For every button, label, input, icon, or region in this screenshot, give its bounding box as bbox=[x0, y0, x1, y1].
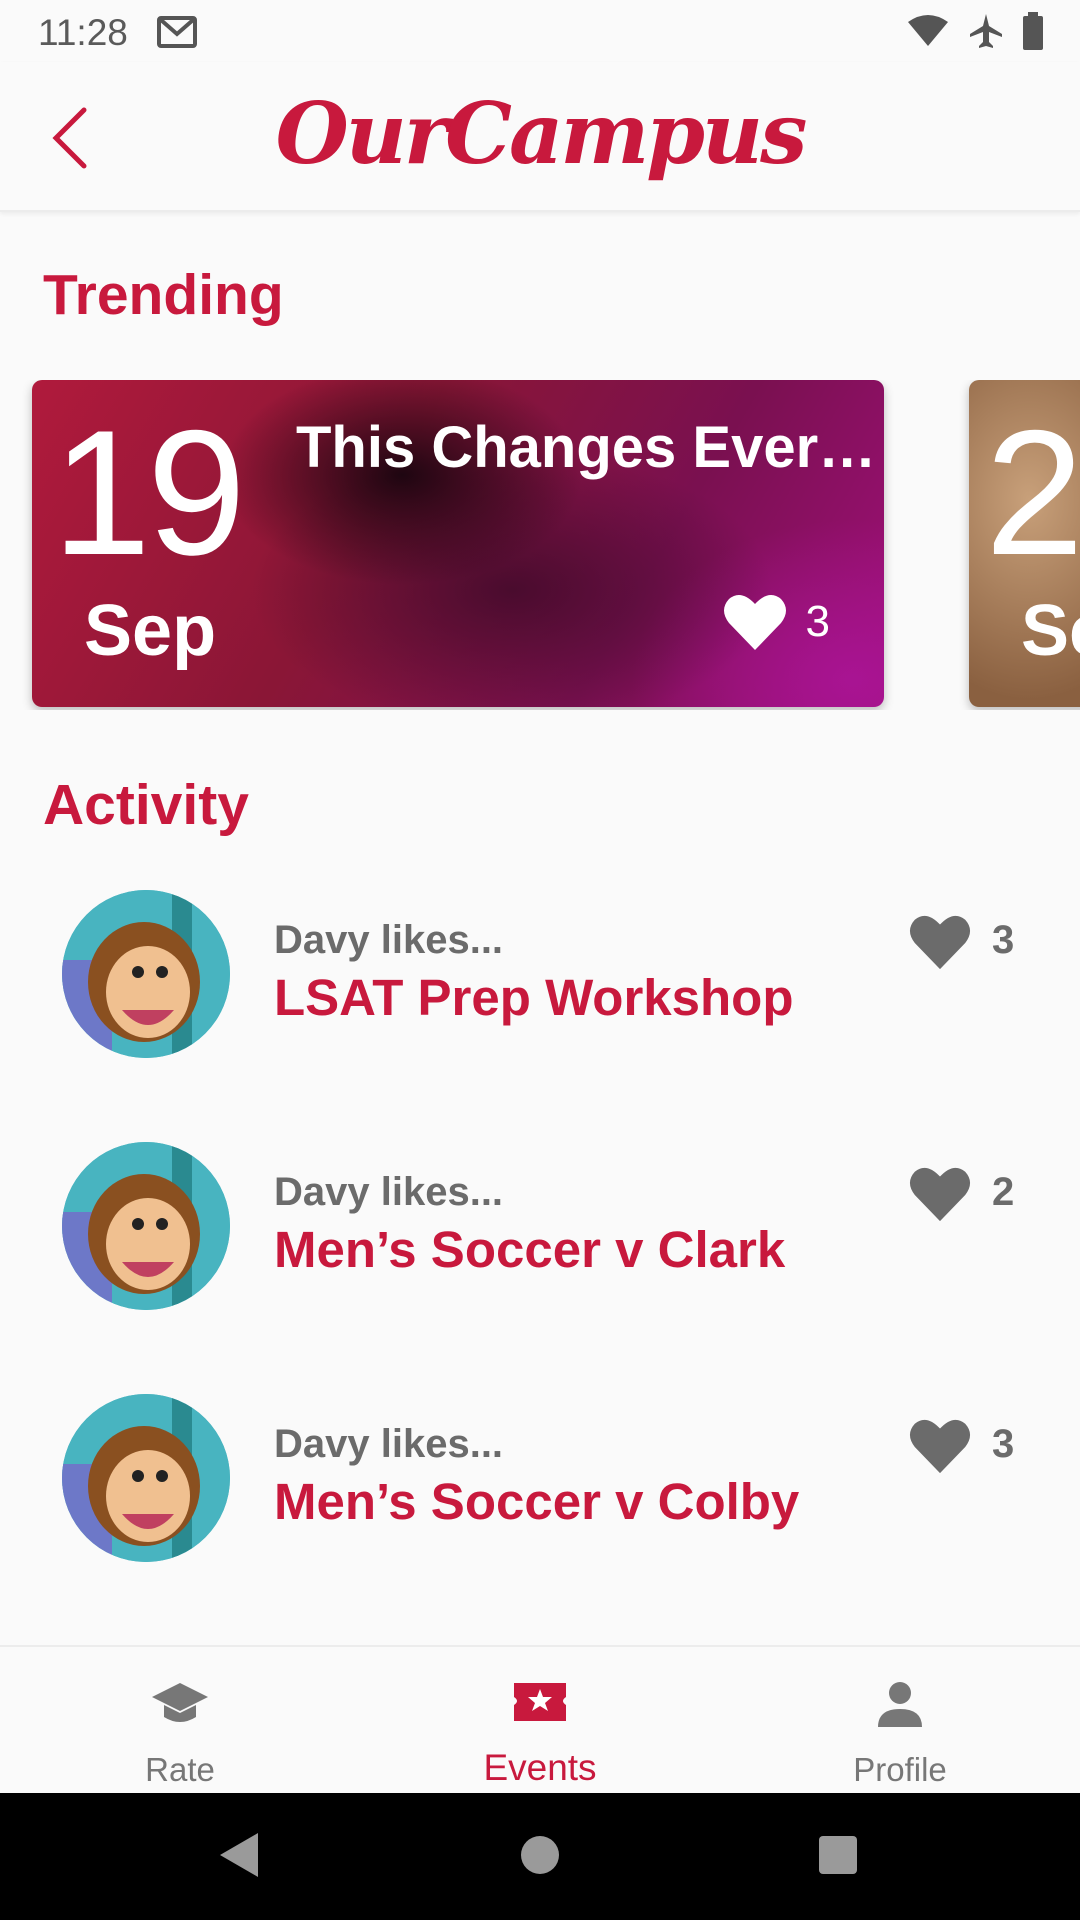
activity-like-count: 2 bbox=[992, 1170, 1015, 1214]
nav-profile[interactable]: Profile bbox=[750, 1647, 1050, 1795]
heart-icon[interactable] bbox=[908, 1164, 972, 1224]
avatar bbox=[62, 1394, 230, 1562]
activity-item[interactable]: Davy likes... Men’s Soccer v Clark 2 bbox=[0, 1142, 1080, 1342]
status-icons bbox=[906, 12, 1044, 50]
activity-user-text: Davy likes... bbox=[274, 918, 504, 962]
gmail-icon bbox=[157, 16, 197, 48]
nav-events[interactable]: Events bbox=[390, 1647, 690, 1795]
trending-event-card[interactable]: 19 Sep This Changes Ever… 3 bbox=[32, 380, 884, 707]
activity-event-link[interactable]: LSAT Prep Workshop bbox=[274, 968, 794, 1027]
activity-like-count: 3 bbox=[992, 918, 1015, 962]
trending-heading: Trending bbox=[43, 263, 284, 327]
ticket-star-icon bbox=[514, 1683, 566, 1721]
avatar bbox=[62, 1142, 230, 1310]
status-time: 11:28 bbox=[38, 12, 128, 53]
activity-like-count: 3 bbox=[992, 1422, 1015, 1466]
event-likes-count: 3 bbox=[805, 597, 830, 646]
event-title: This Changes Ever… bbox=[296, 415, 877, 480]
event-month: Sep bbox=[84, 591, 217, 671]
bottom-navigation: Rate Events Profile bbox=[0, 1645, 1080, 1795]
heart-icon[interactable] bbox=[908, 1416, 972, 1476]
app-bar: OurCampus bbox=[0, 62, 1080, 212]
nav-profile-label: Profile bbox=[853, 1751, 947, 1788]
trending-event-card[interactable]: 2 Se bbox=[969, 380, 1080, 707]
activity-user-text: Davy likes... bbox=[274, 1422, 504, 1466]
avatar bbox=[62, 890, 230, 1058]
status-bar: 11:28 bbox=[0, 0, 1080, 62]
system-back-icon[interactable] bbox=[218, 1831, 260, 1879]
nav-rate-label: Rate bbox=[145, 1751, 215, 1788]
event-day: 2 bbox=[985, 393, 1080, 592]
activity-heading: Activity bbox=[43, 773, 249, 837]
airplane-icon bbox=[970, 14, 1002, 48]
activity-event-link[interactable]: Men’s Soccer v Clark bbox=[274, 1220, 785, 1279]
heart-icon[interactable] bbox=[908, 912, 972, 972]
graduation-cap-icon bbox=[152, 1683, 208, 1722]
person-icon bbox=[878, 1682, 922, 1727]
system-navigation-bar bbox=[0, 1793, 1080, 1920]
trending-carousel[interactable]: 19 Sep This Changes Ever… 3 2 Se bbox=[0, 380, 1080, 710]
nav-rate[interactable]: Rate bbox=[30, 1647, 330, 1795]
activity-item[interactable]: Davy likes... LSAT Prep Workshop 3 bbox=[0, 890, 1080, 1090]
battery-icon bbox=[1023, 12, 1043, 50]
wifi-icon bbox=[908, 15, 948, 46]
activity-event-link[interactable]: Men’s Soccer v Colby bbox=[274, 1472, 799, 1531]
system-home-icon[interactable] bbox=[519, 1831, 561, 1879]
nav-events-label: Events bbox=[483, 1747, 597, 1788]
activity-item[interactable]: Davy likes... Men’s Soccer v Colby 3 bbox=[0, 1394, 1080, 1594]
activity-user-text: Davy likes... bbox=[274, 1170, 504, 1214]
heart-icon bbox=[723, 595, 786, 650]
app-logo: OurCampus bbox=[275, 84, 808, 183]
event-day: 19 bbox=[52, 393, 246, 592]
event-likes[interactable]: 3 bbox=[722, 592, 830, 652]
event-month: Se bbox=[1021, 591, 1080, 671]
system-recents-icon[interactable] bbox=[817, 1831, 859, 1879]
